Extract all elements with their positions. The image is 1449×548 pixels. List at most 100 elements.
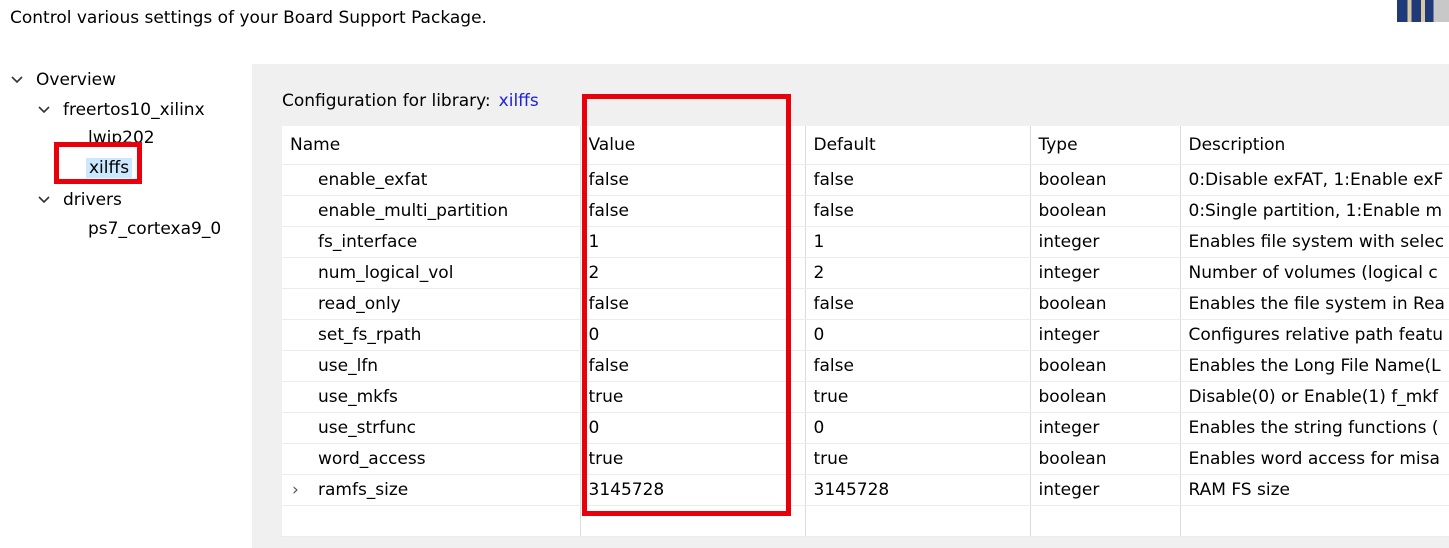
param-default: 3145728 xyxy=(805,474,1031,506)
config-library-link[interactable]: xilffs xyxy=(499,91,539,111)
tree-item-label: ps7_cortexa9_0 xyxy=(88,219,222,239)
param-description: Number of volumes (logical c xyxy=(1180,257,1449,289)
tree-item-label: drivers xyxy=(63,190,122,210)
param-type: boolean xyxy=(1030,443,1181,475)
config-label: Configuration for library: xyxy=(282,91,491,111)
param-default: 1 xyxy=(805,226,1031,258)
table-row[interactable]: enable_multi_partition false false boole… xyxy=(282,195,1449,227)
param-default: false xyxy=(805,195,1031,227)
param-value[interactable]: true xyxy=(580,443,806,475)
bsp-tree: Overview freertos10_xilinx lwip202 xilff… xyxy=(0,64,252,548)
param-description: Enables word access for misa xyxy=(1180,443,1449,475)
param-type: boolean xyxy=(1030,350,1181,382)
param-type: boolean xyxy=(1030,381,1181,413)
tree-item-lwip[interactable]: lwip202 xyxy=(88,128,155,148)
param-name: enable_exfat xyxy=(282,164,581,196)
param-value[interactable]: 0 xyxy=(580,319,806,351)
param-description: 0:Single partition, 1:Enable m xyxy=(1180,195,1449,227)
table-row[interactable]: num_logical_vol 2 2 integer Number of vo… xyxy=(282,257,1449,289)
empty-cell xyxy=(805,505,1031,537)
page-description: Control various settings of your Board S… xyxy=(10,8,487,28)
table-header-row: Name Value Default Type Description xyxy=(282,126,1449,165)
param-default: true xyxy=(805,381,1031,413)
param-value[interactable]: 2 xyxy=(580,257,806,289)
param-name: fs_interface xyxy=(282,226,581,258)
param-default: false xyxy=(805,164,1031,196)
param-default: 0 xyxy=(805,412,1031,444)
param-name: word_access xyxy=(282,443,581,475)
param-type: integer xyxy=(1030,474,1181,506)
param-description: Enables file system with selec xyxy=(1180,226,1449,258)
param-description: Enables the Long File Name(L xyxy=(1180,350,1449,382)
chevron-down-icon[interactable] xyxy=(37,103,51,117)
table-row[interactable]: › ramfs_size 3145728 3145728 integer RAM … xyxy=(282,474,1449,506)
param-default: 0 xyxy=(805,319,1031,351)
empty-row xyxy=(282,505,1449,537)
table-row[interactable]: use_lfn false false boolean Enables the … xyxy=(282,350,1449,382)
param-name: use_strfunc xyxy=(282,412,581,444)
param-name: ramfs_size xyxy=(318,480,409,500)
param-type: integer xyxy=(1030,412,1181,444)
param-value[interactable]: 0 xyxy=(580,412,806,444)
column-header-type[interactable]: Type xyxy=(1030,126,1181,165)
column-header-name[interactable]: Name xyxy=(282,126,581,165)
param-value[interactable]: 1 xyxy=(580,226,806,258)
config-heading: Configuration for library: xilffs xyxy=(282,91,539,111)
param-value[interactable]: false xyxy=(580,195,806,227)
table-row[interactable]: enable_exfat false false boolean 0:Disab… xyxy=(282,164,1449,196)
column-header-default[interactable]: Default xyxy=(805,126,1031,165)
tree-item-ps7[interactable]: ps7_cortexa9_0 xyxy=(88,219,221,239)
config-table: Name Value Default Type Description enab… xyxy=(282,126,1449,537)
param-description: Disable(0) or Enable(1) f_mkf xyxy=(1180,381,1449,413)
column-header-value[interactable]: Value xyxy=(580,126,806,165)
param-default: false xyxy=(805,350,1031,382)
param-default: 2 xyxy=(805,257,1031,289)
param-default: false xyxy=(805,288,1031,320)
param-description: Enables the file system in Rea xyxy=(1180,288,1449,320)
tree-item-label: xilffs xyxy=(86,158,133,178)
param-name: num_logical_vol xyxy=(282,257,581,289)
tree-item-drivers[interactable]: drivers xyxy=(37,190,122,210)
param-type: integer xyxy=(1030,319,1181,351)
param-value[interactable]: 3145728 xyxy=(580,474,806,506)
tree-item-freertos[interactable]: freertos10_xilinx xyxy=(37,100,205,120)
tree-item-label: freertos10_xilinx xyxy=(63,100,205,120)
param-name: enable_multi_partition xyxy=(282,195,581,227)
table-row[interactable]: fs_interface 1 1 integer Enables file sy… xyxy=(282,226,1449,258)
tree-item-overview[interactable]: Overview xyxy=(10,70,116,90)
param-description: Enables the string functions ( xyxy=(1180,412,1449,444)
param-name: read_only xyxy=(282,288,581,320)
app-logo-icon xyxy=(1397,0,1449,22)
param-name: use_mkfs xyxy=(282,381,581,413)
table-row[interactable]: word_access true true boolean Enables wo… xyxy=(282,443,1449,475)
table-row[interactable]: read_only false false boolean Enables th… xyxy=(282,288,1449,320)
param-name: use_lfn xyxy=(282,350,581,382)
empty-cell xyxy=(580,505,806,537)
empty-cell xyxy=(1030,505,1181,537)
param-description: RAM FS size xyxy=(1180,474,1449,506)
table-row[interactable]: set_fs_rpath 0 0 integer Configures rela… xyxy=(282,319,1449,351)
empty-cell xyxy=(282,505,581,537)
param-description: Configures relative path featu xyxy=(1180,319,1449,351)
param-default: true xyxy=(805,443,1031,475)
param-name: set_fs_rpath xyxy=(282,319,581,351)
param-value[interactable]: true xyxy=(580,381,806,413)
param-name-expandable[interactable]: › ramfs_size xyxy=(282,474,581,506)
param-type: boolean xyxy=(1030,288,1181,320)
empty-cell xyxy=(1180,505,1449,537)
chevron-down-icon[interactable] xyxy=(10,73,24,87)
column-header-description[interactable]: Description xyxy=(1180,126,1449,165)
param-value[interactable]: false xyxy=(580,288,806,320)
tree-item-label: Overview xyxy=(36,70,117,90)
param-value[interactable]: false xyxy=(580,164,806,196)
param-value[interactable]: false xyxy=(580,350,806,382)
tree-item-label: lwip202 xyxy=(88,128,155,148)
param-type: integer xyxy=(1030,257,1181,289)
table-row[interactable]: use_strfunc 0 0 integer Enables the stri… xyxy=(282,412,1449,444)
chevron-down-icon[interactable] xyxy=(37,193,51,207)
chevron-right-icon[interactable]: › xyxy=(292,480,304,500)
table-row[interactable]: use_mkfs true true boolean Disable(0) or… xyxy=(282,381,1449,413)
param-type: boolean xyxy=(1030,195,1181,227)
tree-item-xilffs[interactable]: xilffs xyxy=(86,158,133,178)
param-type: boolean xyxy=(1030,164,1181,196)
